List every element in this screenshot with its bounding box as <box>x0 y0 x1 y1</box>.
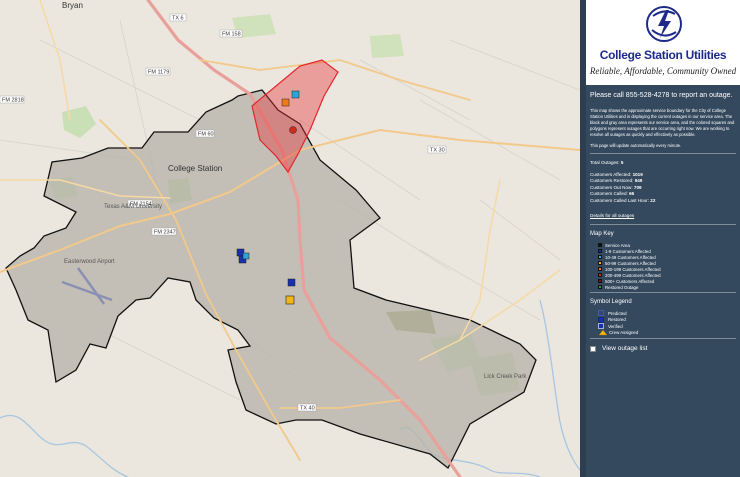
swatch <box>598 255 602 259</box>
view-outage-list-toggle[interactable]: View outage list <box>590 345 736 352</box>
info-panel: College Station Utilities Reliable, Affo… <box>580 0 740 477</box>
road-label-fm158: FM 158 <box>222 32 241 38</box>
details-link[interactable]: Details for all outages <box>590 213 634 218</box>
road-label-fm60: FM 60 <box>198 132 214 138</box>
swatch <box>598 267 602 271</box>
place-label-texas-am: Texas A&M University <box>104 204 162 210</box>
divider <box>590 292 736 293</box>
outage-marker <box>287 278 296 287</box>
map-description: This map shows the approximate service b… <box>590 108 735 137</box>
outage-marker <box>289 126 297 134</box>
view-outage-list-label[interactable]: View outage list <box>602 345 647 352</box>
lightning-bolt-icon <box>646 6 682 42</box>
map-key-title: Map Key <box>590 231 614 237</box>
symbol-legend-title: Symbol Legend <box>590 299 632 305</box>
crew-assigned-icon <box>598 329 608 336</box>
divider <box>590 153 736 154</box>
utility-tagline: Reliable, Affordable, Community Owned <box>589 66 737 76</box>
road-label-tx6: TX 6 <box>172 16 184 22</box>
outage-map[interactable]: FM 158 FM 1179 FM 2818 FM 60 FM 2154 FM … <box>0 0 580 477</box>
report-outage-text: Please call 855-528-4278 to report an ou… <box>590 92 733 99</box>
swatch <box>598 273 602 277</box>
swatch <box>598 285 602 289</box>
road-label-tx40: TX 40 <box>300 406 315 412</box>
swatch <box>598 243 602 247</box>
outage-marker <box>242 252 250 260</box>
stat-customers-called-last-hour: Customers Called Last Hour: 22 <box>590 197 656 203</box>
divider <box>590 338 736 339</box>
utility-logo: College Station Utilities Reliable, Affo… <box>586 0 740 85</box>
road-label-fm2347: FM 2347 <box>154 230 176 236</box>
update-note: This page will update automatically ever… <box>590 143 682 148</box>
map-key-list: Service Area 1-9 Customers Affected 10-4… <box>590 242 736 290</box>
view-outage-list-checkbox[interactable] <box>590 345 596 352</box>
outage-marker <box>281 98 290 107</box>
predicted-symbol-icon <box>598 310 604 317</box>
swatch <box>598 279 602 283</box>
city-label-bryan: Bryan <box>62 1 83 10</box>
road-label-fm1179: FM 1179 <box>148 70 169 76</box>
road-label-fm2818: FM 2818 <box>2 98 24 104</box>
map-key-item: Restored Outage <box>590 284 736 290</box>
symbol-legend-item: Crew Assigned <box>590 329 736 337</box>
swatch <box>598 261 602 265</box>
outage-marker <box>285 295 295 305</box>
outage-marker <box>291 90 300 99</box>
swatch <box>598 249 602 253</box>
road-label-tx30: TX 30 <box>430 148 445 154</box>
divider <box>590 224 736 225</box>
restored-symbol-icon <box>598 317 604 323</box>
place-label-lick-creek: Lick Creek Park <box>484 374 527 380</box>
city-label-college-station: College Station <box>168 164 222 173</box>
place-label-easterwood: Easterwood Airport <box>64 259 115 265</box>
utility-name: College Station Utilities <box>599 48 727 62</box>
